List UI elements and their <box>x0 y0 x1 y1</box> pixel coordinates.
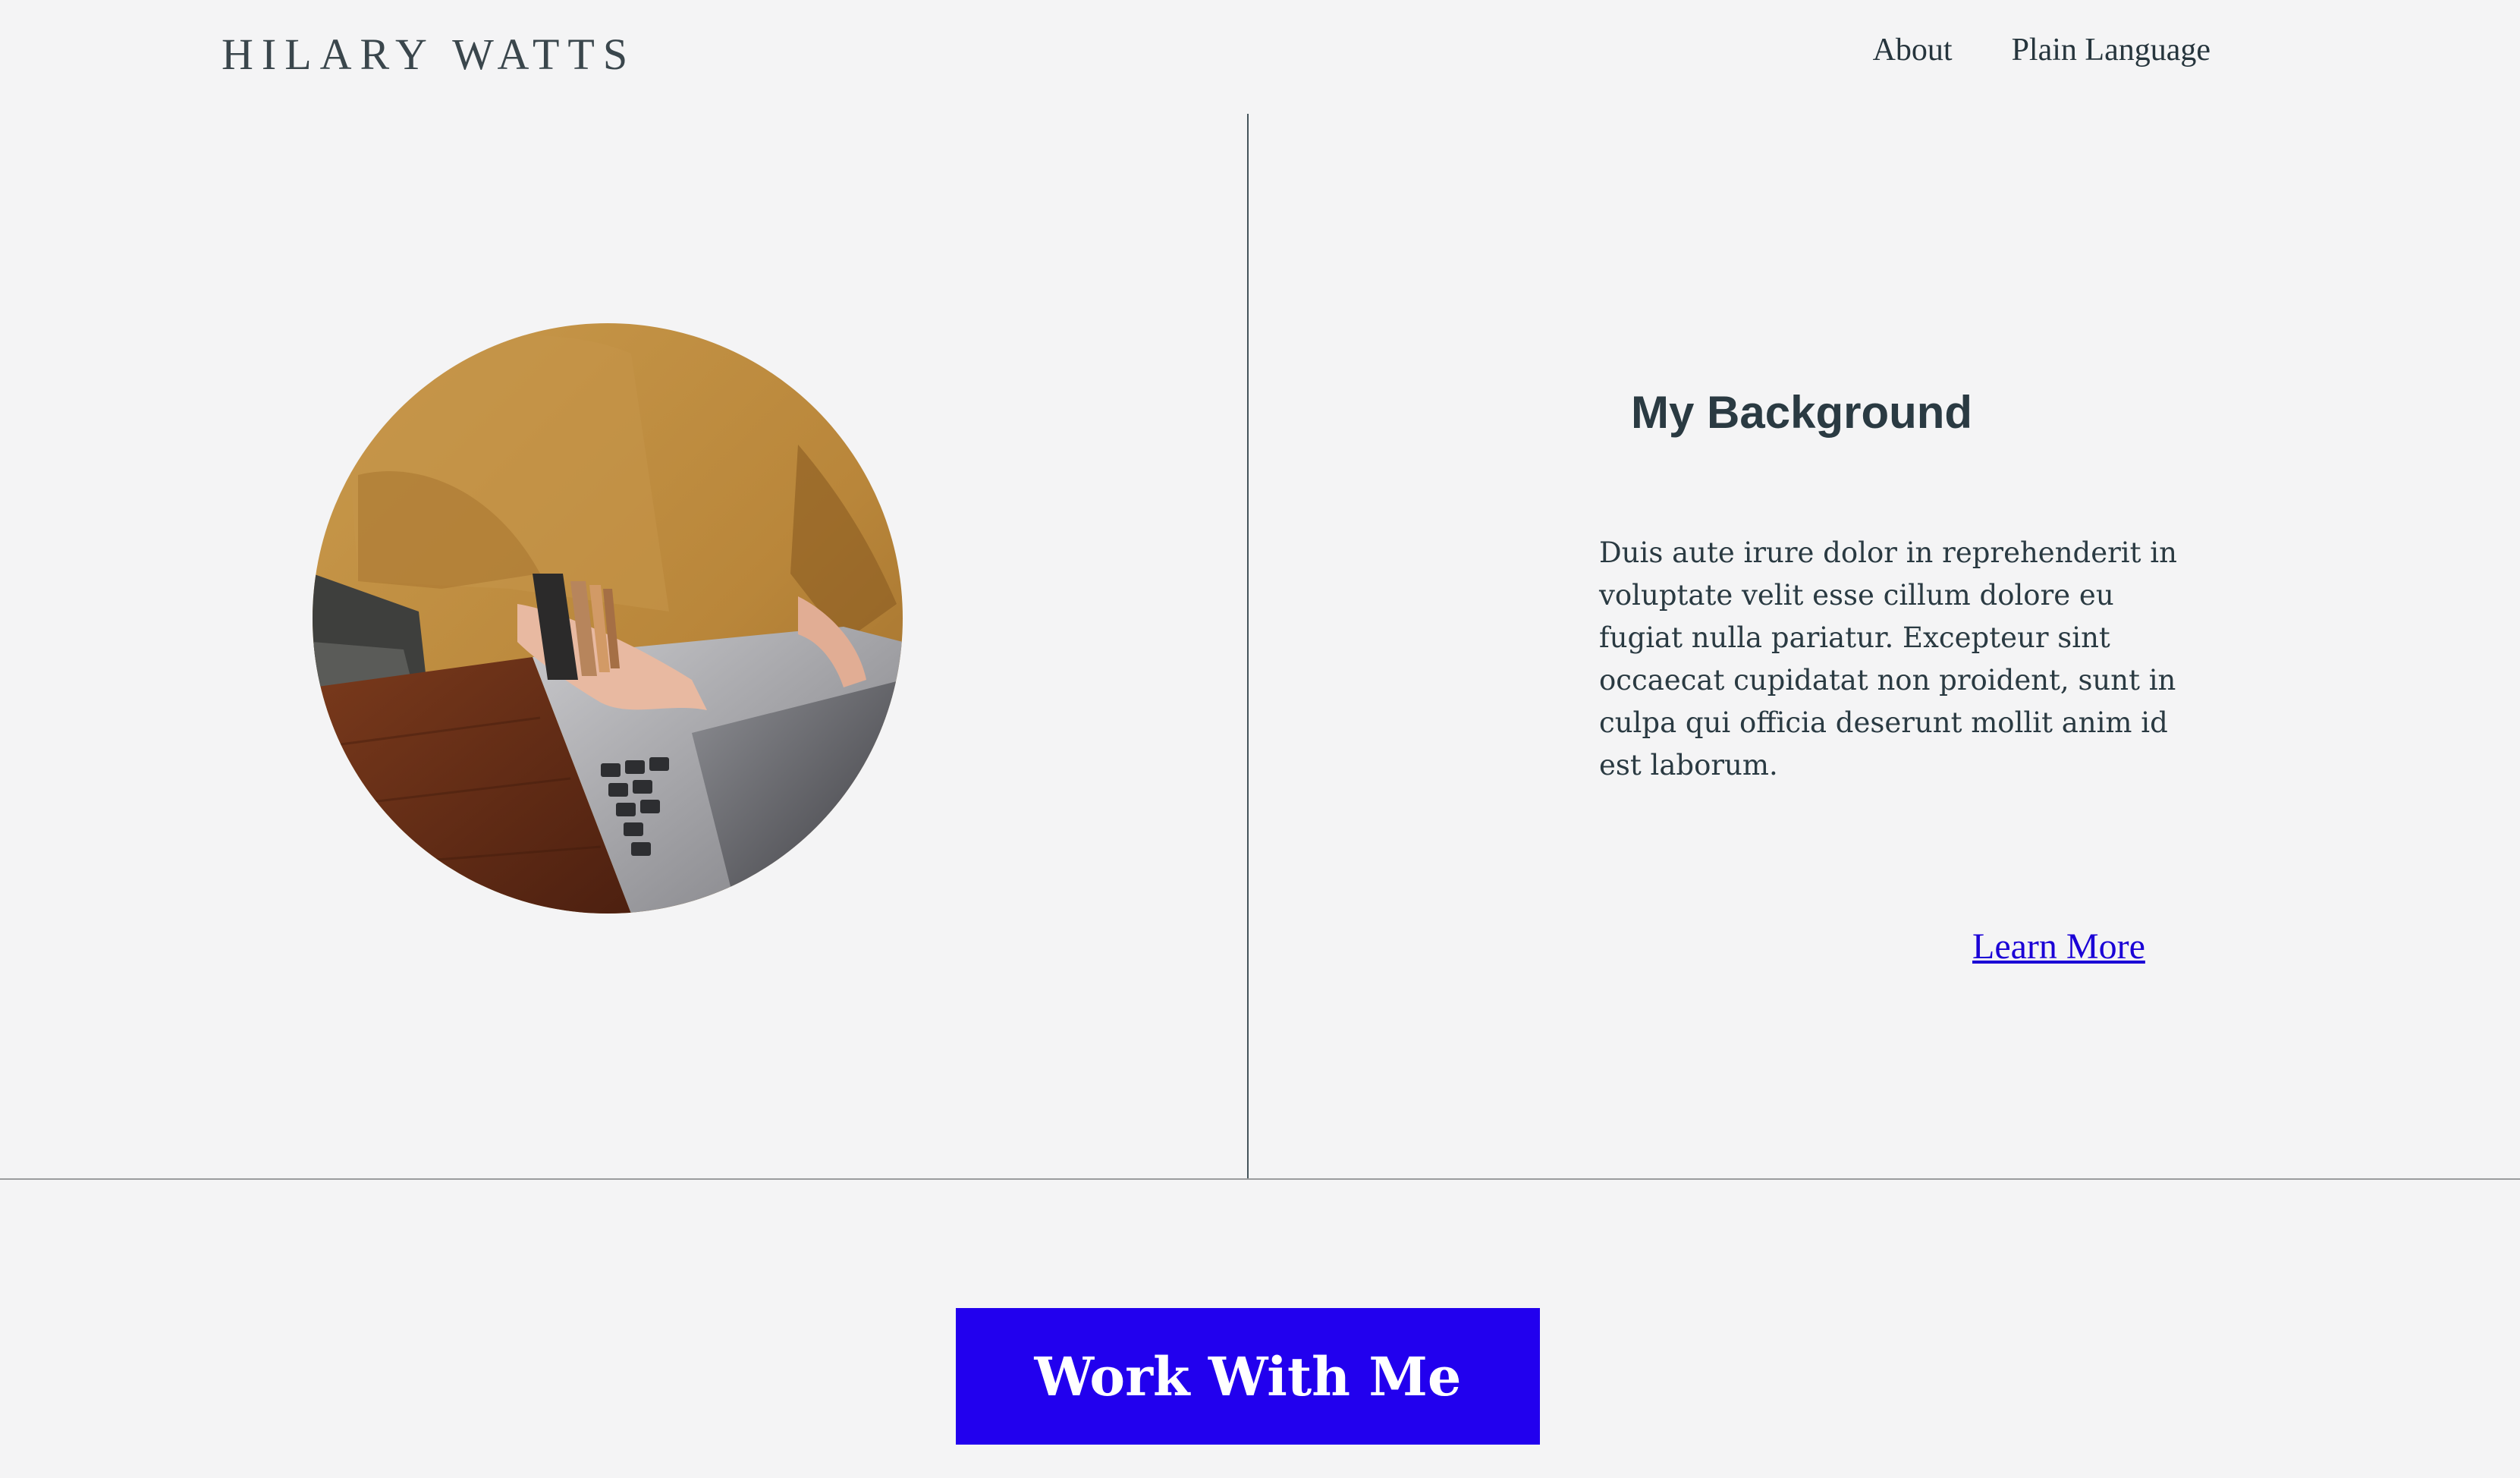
site-logo[interactable]: HILARY WATTS <box>222 30 636 79</box>
learn-more-link[interactable]: Learn More <box>1972 923 2145 971</box>
section-heading: My Background <box>1631 387 1973 438</box>
nav-item-plain-language[interactable]: Plain Language <box>2012 29 2210 71</box>
site-header: HILARY WATTS About Plain Language <box>0 0 2520 114</box>
nav-item-about[interactable]: About <box>1873 29 1953 71</box>
main-nav: About Plain Language <box>1873 29 2210 71</box>
profile-photo <box>313 323 903 914</box>
vertical-divider <box>1247 114 1249 1178</box>
section-body-text: Duis aute irure dolor in reprehenderit i… <box>1599 536 2177 781</box>
horizontal-divider <box>0 1178 2520 1180</box>
work-with-me-button[interactable]: Work With Me <box>956 1308 1540 1445</box>
